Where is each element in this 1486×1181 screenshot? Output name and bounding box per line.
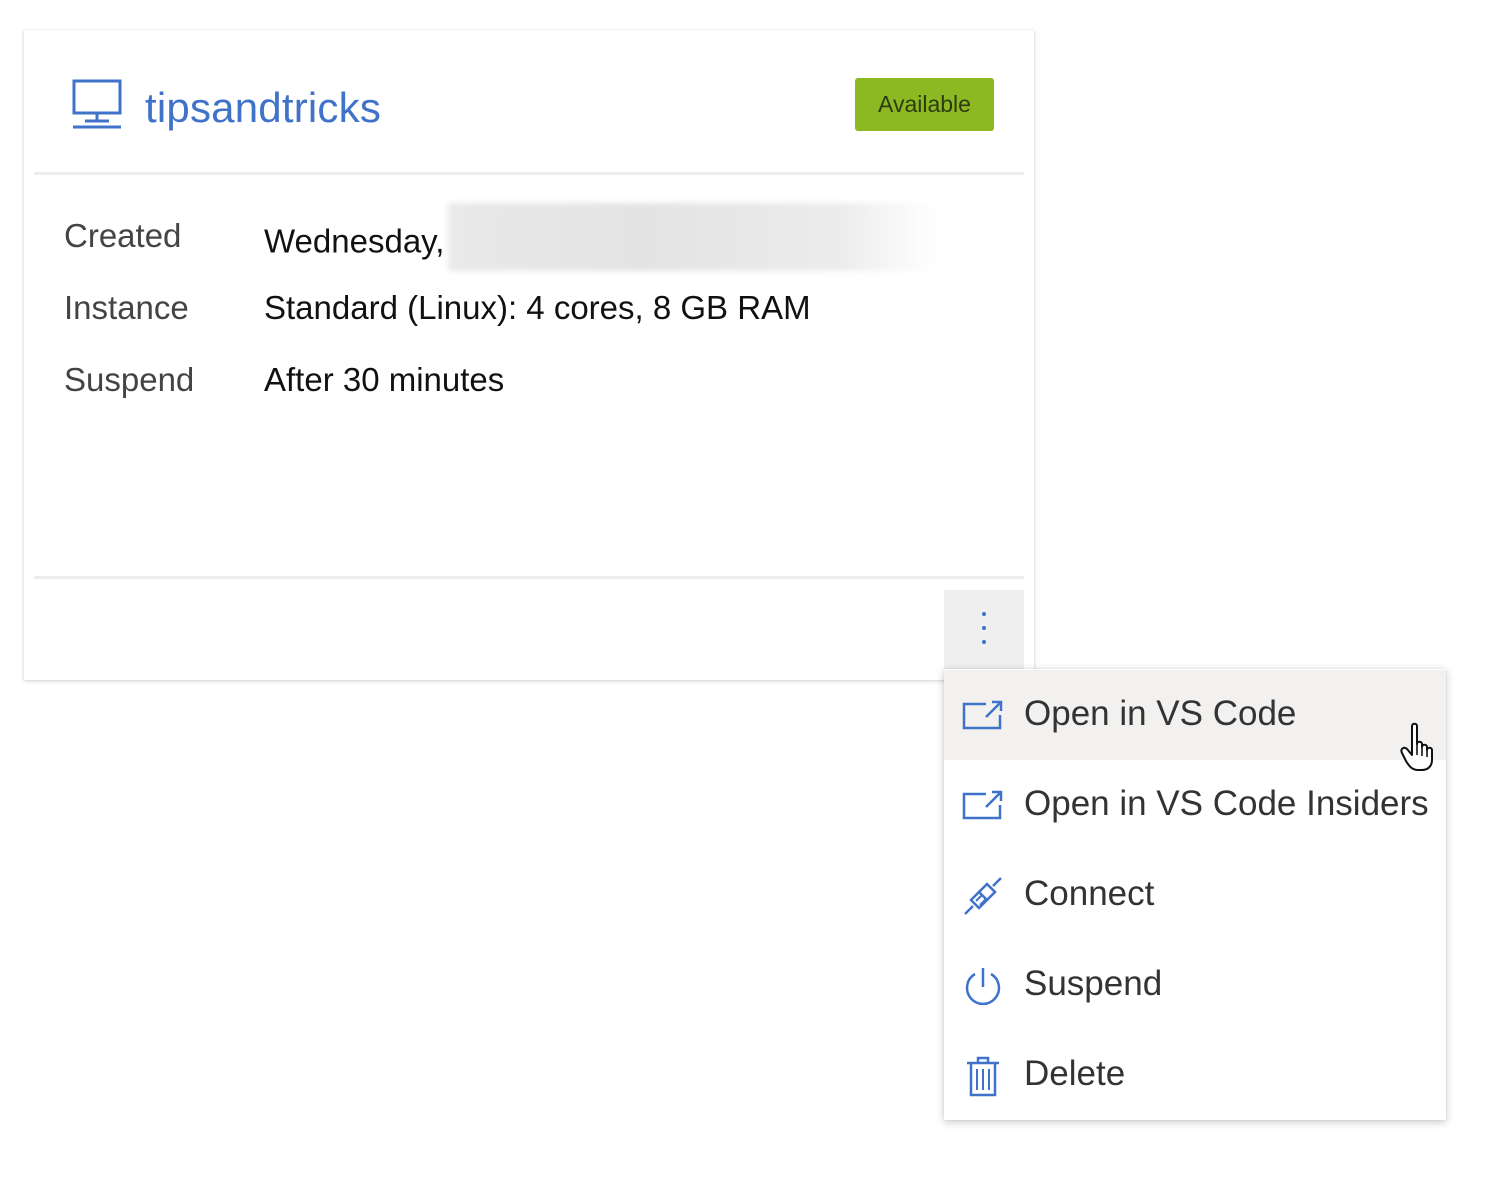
menu-item-label: Suspend: [1024, 964, 1163, 1003]
menu-item-label: Delete: [1024, 1054, 1126, 1093]
detail-label: Created: [64, 217, 182, 254]
menu-item-suspend[interactable]: Suspend: [944, 940, 1446, 1030]
more-vertical-icon-dot: [982, 626, 986, 630]
trash-icon: [967, 1056, 999, 1097]
page: tipsandtricks Available Created Wednesda…: [0, 0, 1486, 1181]
context-menu: Open in VS Code Open in VS Code Insiders…: [944, 669, 1446, 1120]
details-list: Created Wednesday, Instance Standard (Li…: [64, 203, 994, 421]
detail-row-suspend: Suspend After 30 minutes: [64, 349, 994, 421]
detail-label: Suspend: [64, 361, 195, 398]
more-vertical-icon-dot: [982, 640, 986, 644]
detail-value: Standard (Linux): 4 cores, 8 GB RAM: [264, 289, 811, 326]
footer-divider: [34, 576, 1024, 579]
menu-item-label: Open in VS Code: [1024, 694, 1297, 733]
plug-icon: [964, 877, 1002, 915]
detail-label: Instance: [64, 289, 189, 326]
environment-card: tipsandtricks Available Created Wednesda…: [24, 30, 1034, 680]
status-badge: Available: [855, 78, 994, 131]
created-date-text: Wednesday,: [264, 222, 445, 260]
hand-pointer-cursor-icon: [1400, 722, 1433, 771]
environment-name[interactable]: tipsandtricks: [145, 80, 381, 136]
menu-item-open-vscode[interactable]: Open in VS Code: [944, 670, 1446, 760]
card-header: tipsandtricks Available: [24, 30, 1034, 173]
menu-item-connect[interactable]: Connect: [944, 850, 1446, 940]
menu-item-open-vscode-insiders[interactable]: Open in VS Code Insiders: [944, 760, 1446, 850]
more-vertical-icon-dot: [982, 612, 986, 616]
monitor-icon: [72, 79, 122, 129]
menu-item-label: Open in VS Code Insiders: [1024, 784, 1429, 823]
detail-value: After 30 minutes: [264, 361, 505, 398]
menu-item-delete[interactable]: Delete: [944, 1030, 1446, 1120]
menu-item-label: Connect: [1024, 874, 1155, 913]
detail-row-created: Created Wednesday,: [64, 203, 994, 277]
open-external-icon: [962, 700, 1003, 730]
header-divider: [34, 172, 1024, 175]
power-icon: [965, 968, 1001, 1006]
detail-row-instance: Instance Standard (Linux): 4 cores, 8 GB…: [64, 277, 994, 349]
more-options-button[interactable]: [944, 590, 1024, 669]
detail-value: Wednesday,: [264, 203, 939, 271]
open-external-icon: [962, 790, 1003, 820]
redacted-date: [448, 203, 939, 271]
